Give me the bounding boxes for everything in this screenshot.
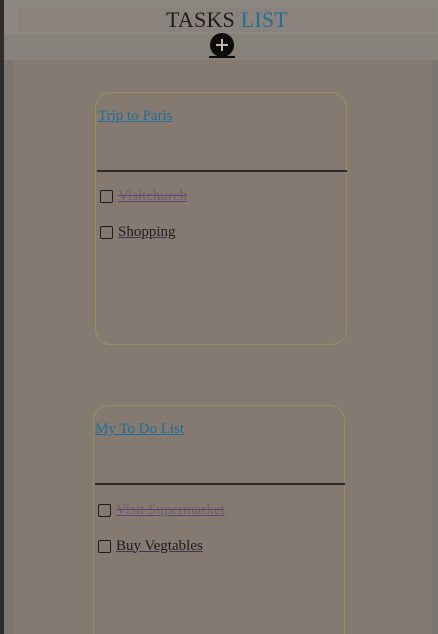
task-checkbox[interactable] bbox=[98, 503, 111, 517]
lists-container: Trip to Paris Visitchurch Shopping My To… bbox=[14, 60, 432, 634]
task-label[interactable]: Shopping bbox=[118, 224, 176, 241]
task-item: Visitchurch bbox=[100, 187, 187, 205]
task-label[interactable]: Visit Supermarket bbox=[116, 502, 225, 519]
list-card: Trip to Paris Visitchurch Shopping bbox=[95, 92, 347, 345]
task-item: Buy Vegtables bbox=[98, 537, 203, 555]
task-item: Shopping bbox=[100, 223, 176, 241]
task-item: Visit Supermarket bbox=[98, 501, 225, 519]
task-label[interactable]: Visitchurch bbox=[118, 188, 187, 205]
title-bar: TASKS LIST bbox=[4, 0, 438, 34]
app-title: TASKS LIST bbox=[18, 8, 436, 32]
list-divider bbox=[95, 483, 345, 485]
app-title-main: TASKS bbox=[166, 7, 235, 32]
add-list-button[interactable] bbox=[209, 33, 235, 58]
list-title-link[interactable]: Trip to Paris bbox=[98, 108, 172, 125]
list-title-link[interactable]: My To Do List bbox=[95, 421, 184, 438]
task-checkbox[interactable] bbox=[98, 539, 111, 553]
list-divider bbox=[97, 170, 347, 172]
task-checkbox[interactable] bbox=[100, 225, 113, 239]
app-root: TASKS LIST Trip to Paris Visitchurch Sho… bbox=[0, 0, 438, 634]
add-button-underline bbox=[209, 56, 235, 58]
window-edge bbox=[0, 0, 4, 634]
task-label[interactable]: Buy Vegtables bbox=[116, 538, 203, 555]
app-title-accent: LIST bbox=[240, 7, 288, 32]
plus-circle-icon[interactable] bbox=[210, 33, 234, 57]
list-card: My To Do List Visit Supermarket Buy Vegt… bbox=[93, 405, 345, 634]
task-checkbox[interactable] bbox=[100, 189, 113, 203]
